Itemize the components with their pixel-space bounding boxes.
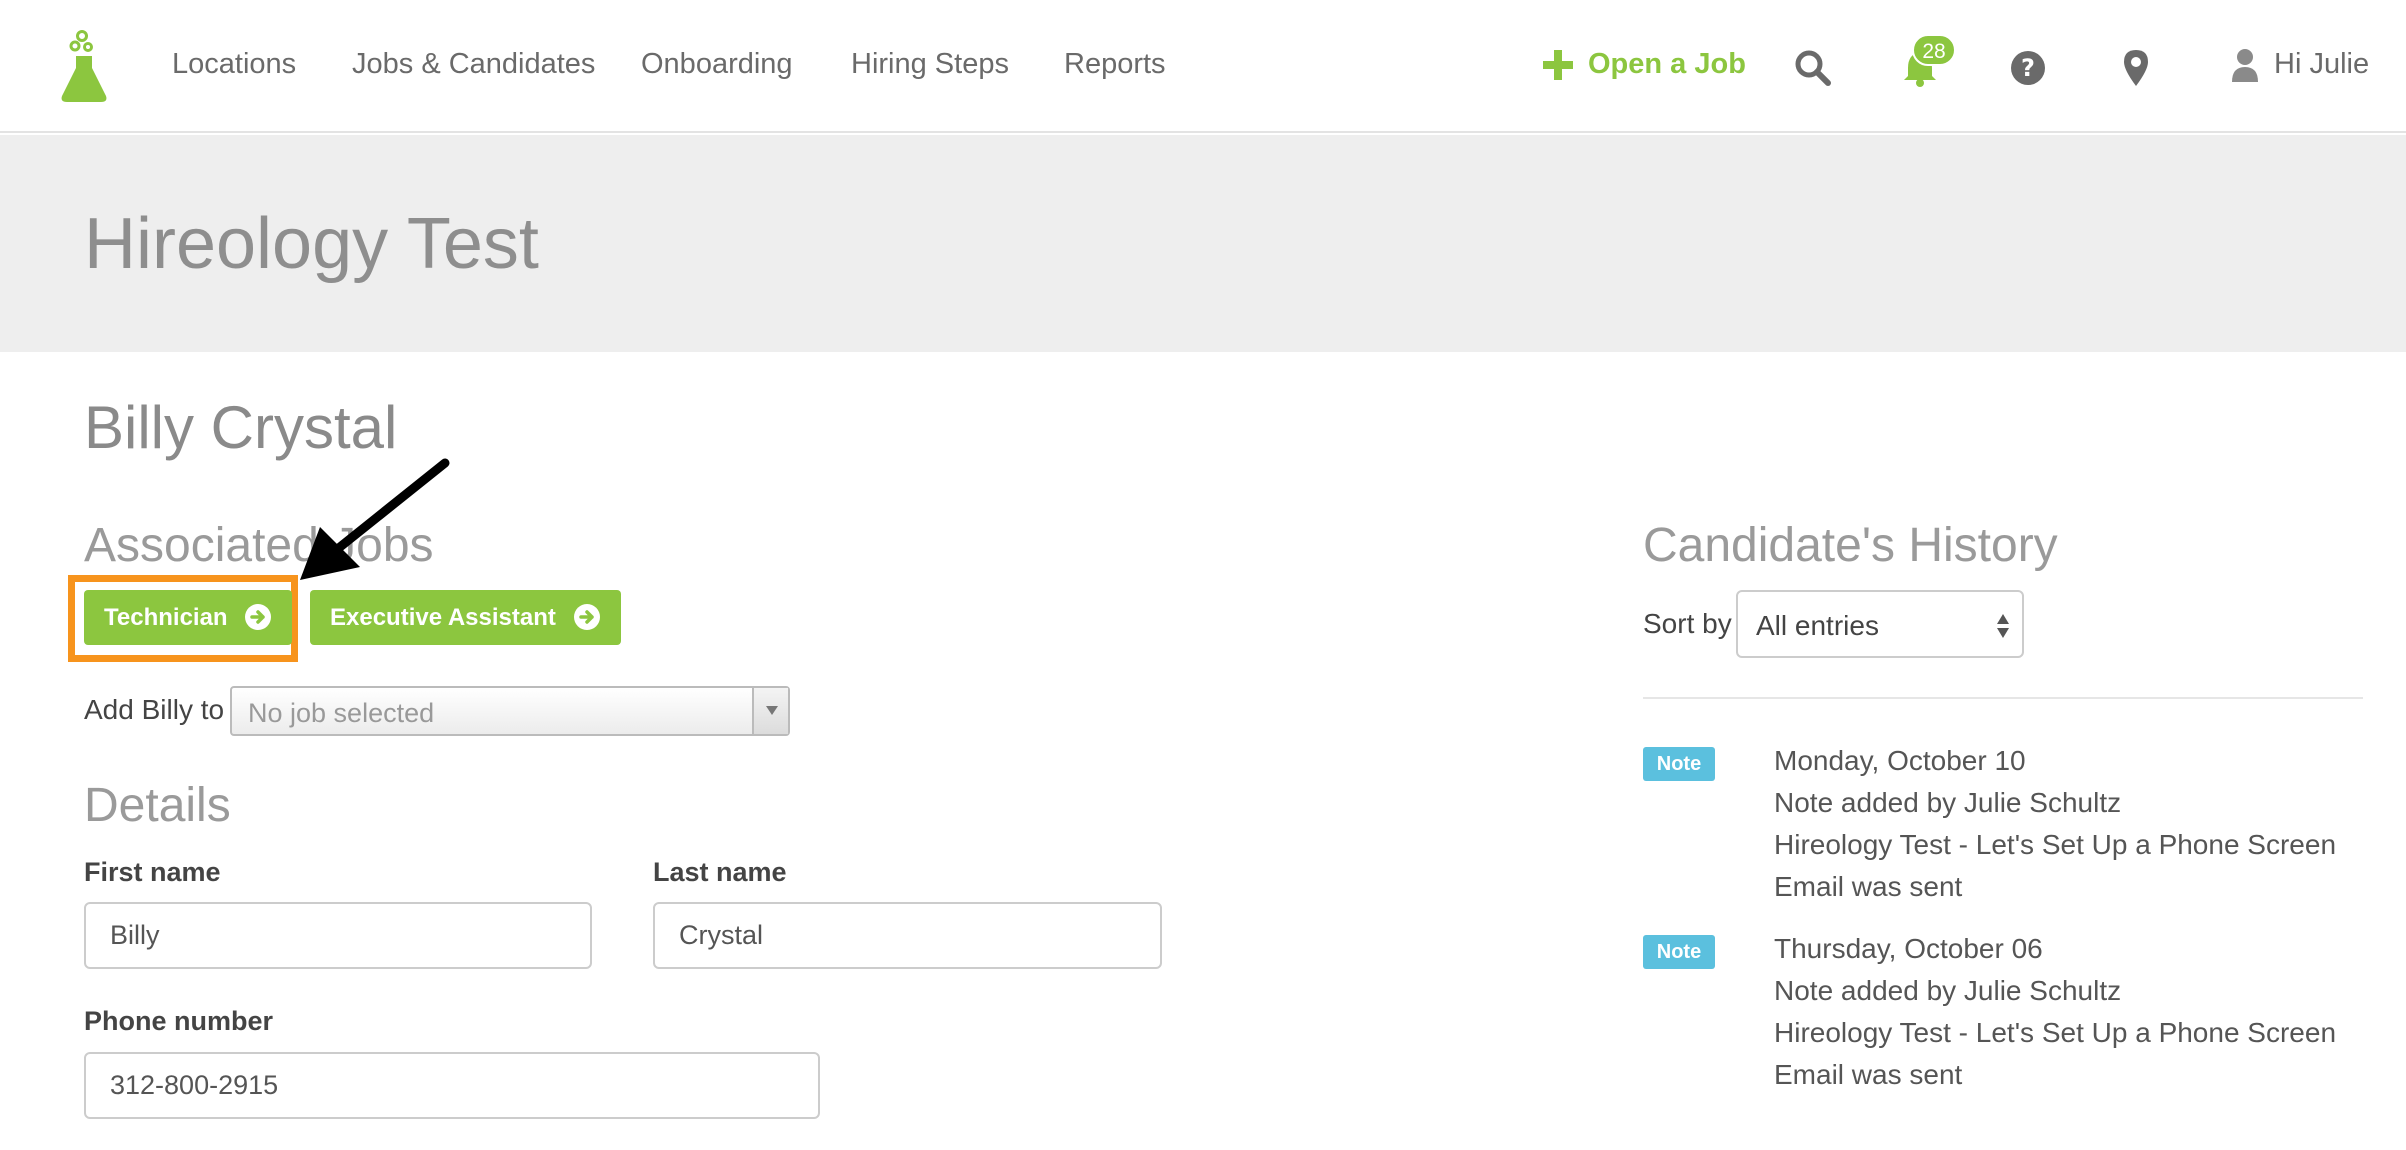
notification-badge: 28 [1912, 34, 1956, 66]
search-icon[interactable] [1793, 48, 1833, 88]
add-to-job-label: Add Billy to [84, 694, 225, 725]
nav-onboarding[interactable]: Onboarding [641, 48, 793, 81]
job-button-label: Executive Assistant [330, 604, 556, 631]
history-line: Note added by Julie Schultz [1774, 975, 2122, 1006]
sort-select[interactable]: All entries [1736, 590, 2024, 658]
phone-field[interactable]: 312-800-2915 [84, 1052, 820, 1119]
first-name-field[interactable]: Billy [84, 902, 592, 969]
last-name-field[interactable]: Crystal [653, 902, 1162, 969]
flask-logo-icon[interactable] [58, 30, 110, 104]
user-greeting: Hi Julie [2274, 48, 2370, 80]
history-date: Thursday, October 06 [1774, 933, 2043, 964]
phone-label: Phone number [84, 1006, 274, 1036]
sort-value: All entries [1756, 610, 1879, 641]
history-heading: Candidate's History [1643, 519, 2058, 572]
arrow-circle-right-icon [573, 603, 600, 630]
location-title: Hireology Test [84, 204, 539, 284]
plus-icon [1543, 50, 1573, 80]
pointer-arrow-annotation [300, 458, 450, 580]
location-banner: Hireology Test [0, 135, 2406, 352]
user-icon [2232, 49, 2258, 82]
history-line: Email was sent [1774, 1059, 1963, 1090]
note-badge: Note [1643, 935, 1715, 969]
top-navigation: Locations Jobs & Candidates Onboarding H… [0, 0, 2406, 133]
chevron-down-icon [766, 706, 778, 715]
nav-reports[interactable]: Reports [1064, 48, 1166, 81]
history-line: Email was sent [1774, 871, 1963, 902]
help-icon[interactable]: ? [2008, 48, 2048, 88]
first-name-label: First name [84, 857, 221, 887]
job-button-executive-assistant[interactable]: Executive Assistant [310, 590, 621, 645]
sort-label: Sort by [1643, 608, 1732, 639]
nav-jobs-candidates[interactable]: Jobs & Candidates [352, 48, 595, 81]
history-divider [1643, 697, 2363, 699]
details-heading: Details [84, 779, 231, 832]
add-job-select[interactable]: No job selected [230, 686, 790, 736]
nav-hiring-steps[interactable]: Hiring Steps [851, 48, 1009, 81]
job-button-label: Technician [104, 604, 228, 631]
map-pin-icon[interactable] [2116, 48, 2156, 88]
note-badge: Note [1643, 747, 1715, 781]
svg-text:?: ? [2021, 54, 2035, 82]
last-name-label: Last name [653, 857, 787, 887]
select-toggle[interactable] [752, 688, 788, 734]
open-job-button[interactable]: Open a Job [1543, 48, 1746, 81]
nav-locations[interactable]: Locations [172, 48, 296, 81]
add-job-placeholder: No job selected [248, 698, 435, 728]
user-menu[interactable]: Hi Julie [2230, 48, 2370, 82]
candidate-name: Billy Crystal [84, 394, 398, 461]
history-line: Hireology Test - Let's Set Up a Phone Sc… [1774, 1017, 2337, 1048]
open-job-label: Open a Job [1588, 48, 1746, 80]
sort-arrows-icon [1997, 614, 2009, 638]
history-line: Note added by Julie Schultz [1774, 787, 2122, 818]
history-line: Hireology Test - Let's Set Up a Phone Sc… [1774, 829, 2337, 860]
arrow-circle-right-icon [245, 603, 272, 630]
history-date: Monday, October 10 [1774, 745, 2026, 776]
job-button-technician[interactable]: Technician [84, 590, 293, 645]
